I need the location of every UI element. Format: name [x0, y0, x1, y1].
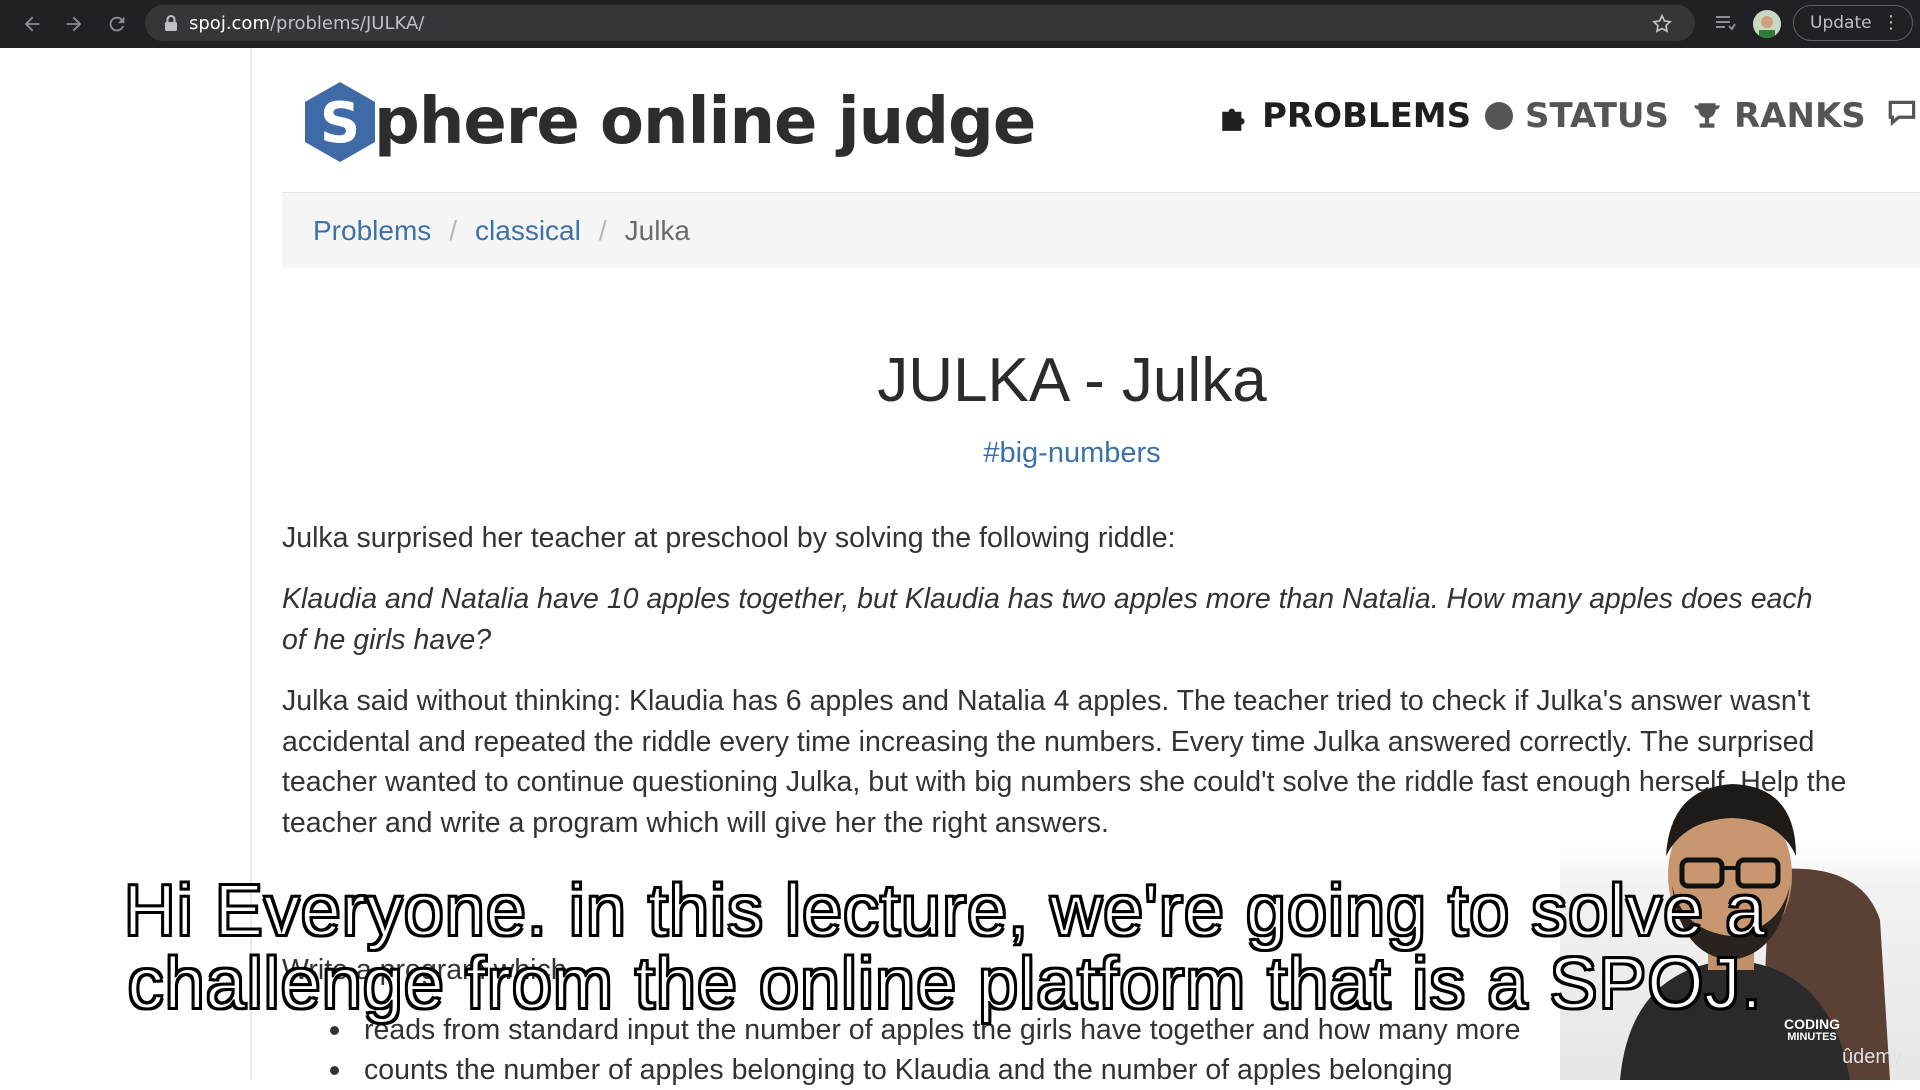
reload-button[interactable]: [97, 4, 137, 44]
update-button[interactable]: Update ⋮: [1793, 5, 1913, 41]
caption-line-1: Hi Everyone. in this lecture, we're goin…: [123, 870, 1767, 952]
problem-title: JULKA - Julka: [877, 346, 1267, 415]
breadcrumb-problems[interactable]: Problems: [313, 215, 431, 247]
brand-bottom: MINUTES: [1787, 1031, 1837, 1043]
url-host: spoj.com: [189, 12, 270, 34]
breadcrumb-separator: /: [598, 214, 607, 246]
url-text: spoj.com/problems/JULKA/: [189, 13, 424, 34]
back-button[interactable]: [12, 4, 52, 44]
nav-status-label: STATUS: [1525, 96, 1670, 136]
problem-tag-link[interactable]: #big-numbers: [282, 437, 1862, 470]
forward-button[interactable]: [54, 4, 94, 44]
chat-bubble-icon: [1888, 100, 1916, 126]
update-label: Update: [1810, 13, 1872, 33]
browser-toolbar: spoj.com/problems/JULKA/ Update ⋮: [0, 0, 1920, 48]
reading-list-icon[interactable]: [1713, 11, 1737, 35]
udemy-watermark: ûdemy: [1842, 1046, 1903, 1068]
spoj-hexagon-logo-icon: S: [305, 82, 375, 162]
bookmark-star-icon[interactable]: [1651, 13, 1673, 35]
nav-problems-label: PROBLEMS: [1262, 96, 1472, 136]
arrow-right-icon: [66, 16, 82, 32]
caption-line-2: challenge from the online platform that …: [127, 943, 1763, 1025]
problem-intro: Julka surprised her teacher at preschool…: [282, 522, 1176, 554]
profile-face-icon: [1753, 10, 1781, 38]
menu-dots-icon[interactable]: ⋮: [1882, 14, 1900, 32]
arrow-left-icon: [24, 16, 40, 32]
breadcrumb: Problems / classical / Julka: [282, 192, 1920, 268]
breadcrumb-current: Julka: [624, 214, 691, 246]
lock-icon: [165, 15, 177, 31]
site-logo[interactable]: S phere online judge: [302, 80, 1036, 164]
problem-riddle: Klaudia and Natalia have 10 apples toget…: [282, 583, 1813, 656]
nav-status[interactable]: STATUS: [1483, 96, 1669, 136]
breadcrumb-classical[interactable]: classical: [475, 215, 581, 247]
reload-icon: [109, 16, 125, 32]
puzzle-icon: [1222, 108, 1245, 131]
nav-ranks-label: RANKS: [1734, 96, 1866, 136]
nav-problems[interactable]: PROBLEMS: [1218, 96, 1471, 136]
url-path: /problems/JULKA/: [269, 12, 425, 34]
profile-avatar[interactable]: [1753, 10, 1781, 38]
problem-tag[interactable]: #big-numbers: [983, 437, 1160, 469]
breadcrumb-separator: /: [449, 214, 458, 246]
nav-discuss[interactable]: [1886, 96, 1920, 130]
address-bar[interactable]: spoj.com/problems/JULKA/: [145, 5, 1695, 41]
nav-ranks[interactable]: RANKS: [1690, 96, 1866, 136]
logo-text: phere online judge: [374, 85, 1036, 159]
trophy-icon: [1694, 103, 1720, 128]
logo-letter: S: [320, 91, 360, 156]
circle-icon: [1485, 102, 1513, 130]
